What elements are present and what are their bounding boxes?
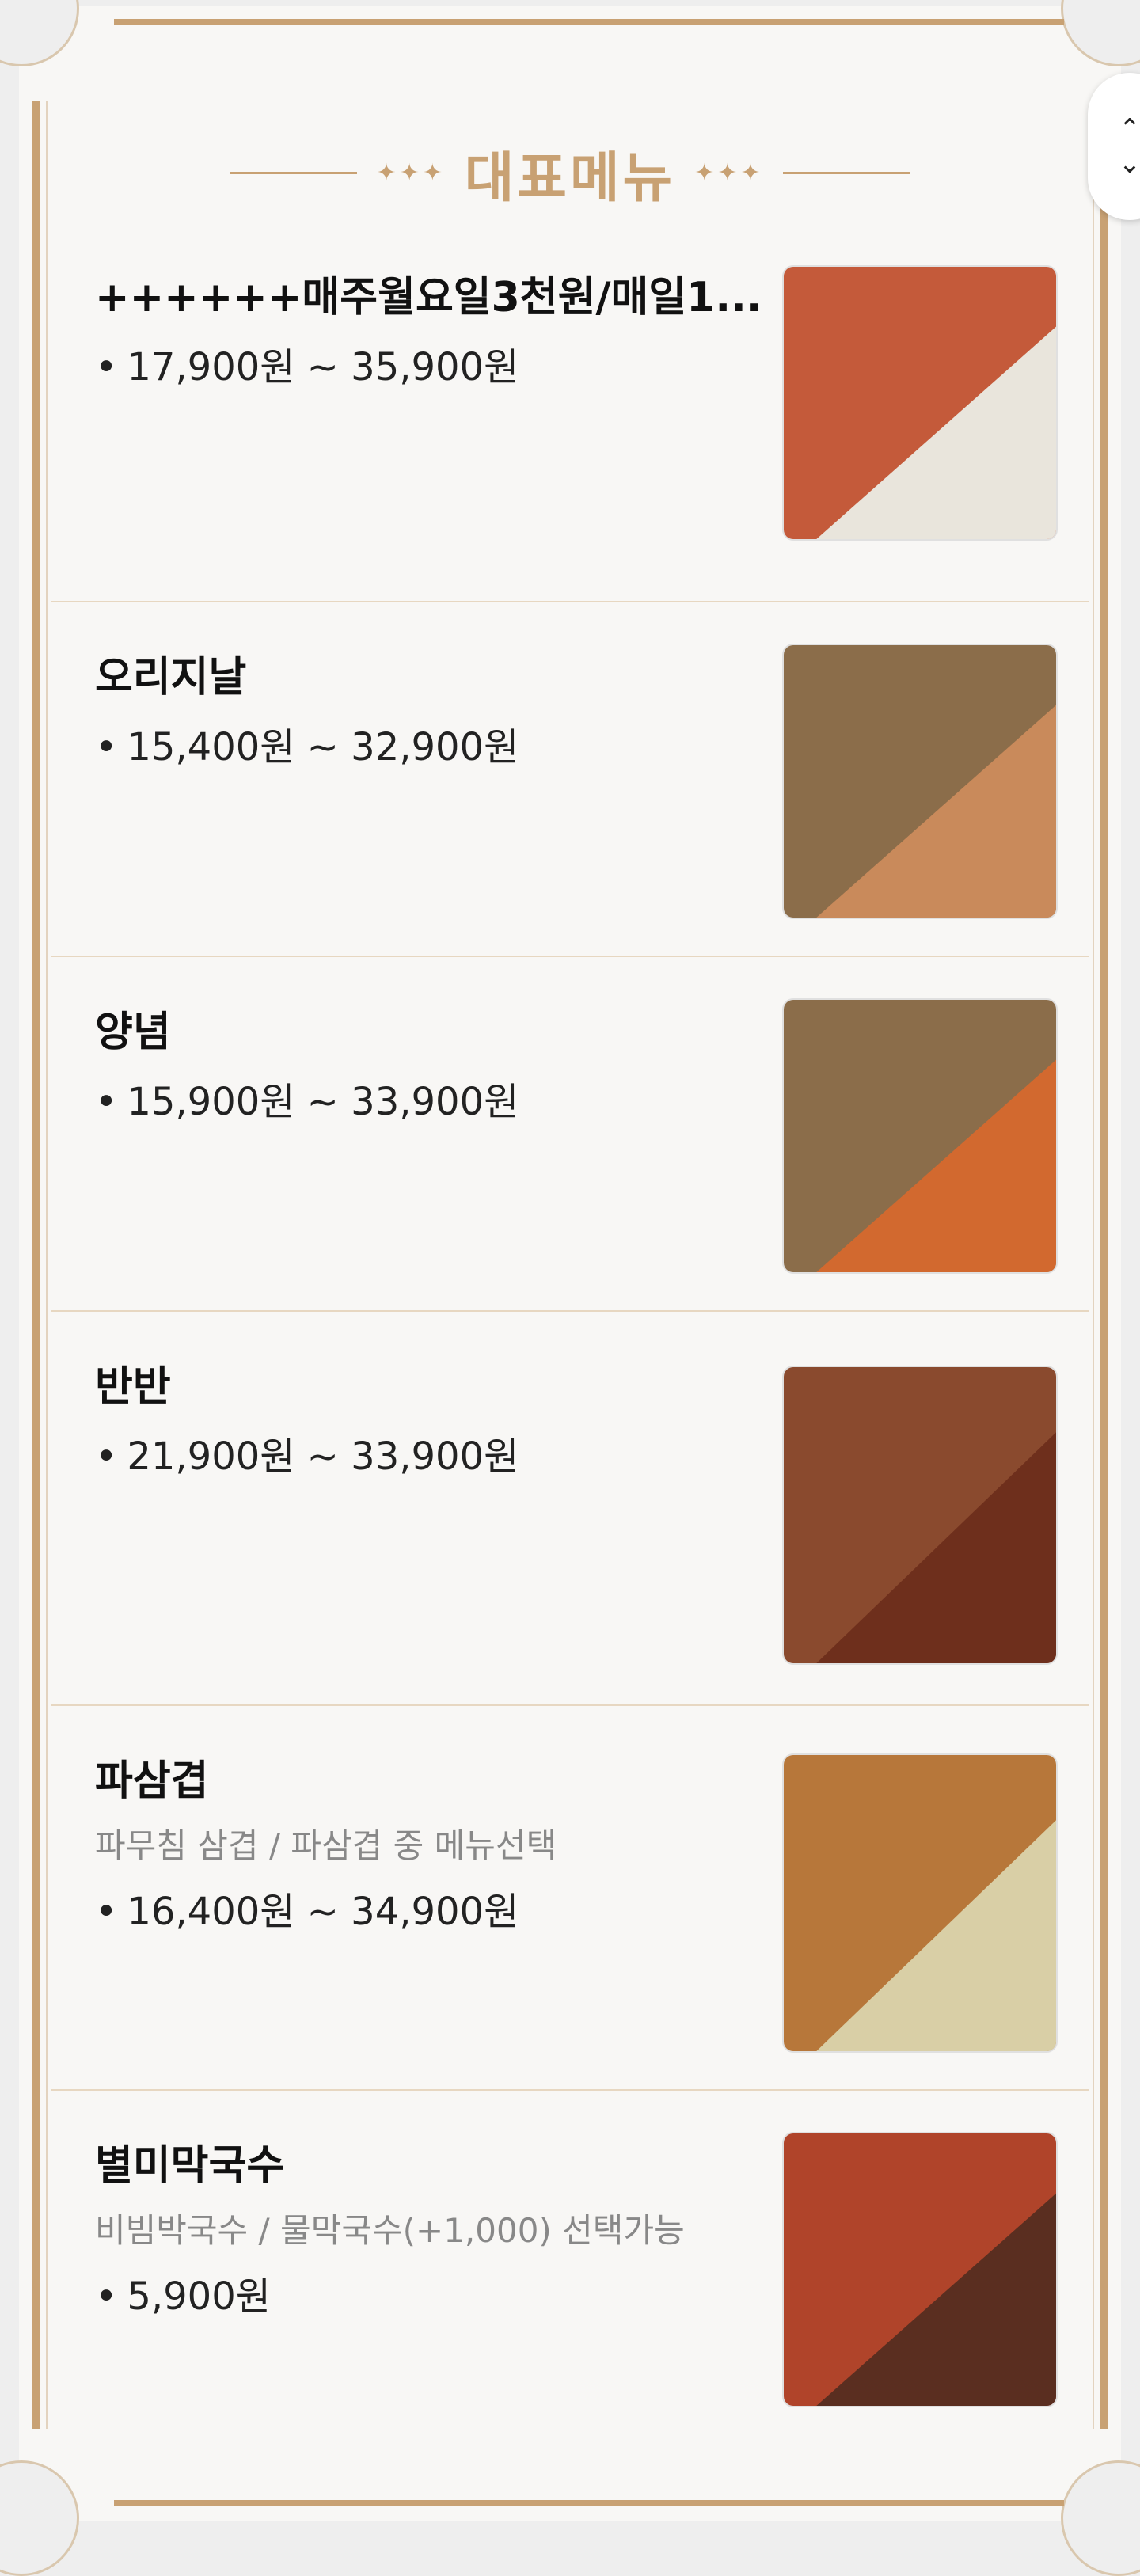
- menu-item[interactable]: 양념 • 15,900원 ~ 33,900원: [51, 957, 1089, 1312]
- chevron-up-icon: ⌃: [1118, 113, 1140, 145]
- menu-item-price: 15,400원 ~ 32,900원: [127, 725, 519, 769]
- menu-card: ✦✦✦ 대표메뉴 ✦✦✦ ++++++매주월요일3천원/매일1... • 17,90…: [0, 0, 1140, 2576]
- frame-border: [114, 19, 1064, 25]
- frame-border: [32, 101, 40, 2429]
- menu-item[interactable]: 오리지날 • 15,400원 ~ 32,900원: [51, 602, 1089, 957]
- diamond-ornament-icon: ✦✦✦: [376, 158, 446, 187]
- bullet-icon: •: [95, 2274, 118, 2319]
- menu-item-price: 5,900원: [127, 2274, 271, 2319]
- frame-border: [1100, 101, 1108, 2429]
- green-onion-pork-belly-photo[interactable]: [782, 1753, 1058, 2053]
- menu-item-price: 16,400원 ~ 34,900원: [127, 1890, 519, 1934]
- half-half-grilled-photo[interactable]: [782, 1366, 1058, 1665]
- diamond-ornament-icon: ✦✦✦: [694, 158, 764, 187]
- menu-item[interactable]: 반반 • 21,900원 ~ 33,900원: [51, 1312, 1089, 1706]
- bullet-icon: •: [95, 1890, 118, 1934]
- menu-item[interactable]: 파삼겹 파무침 삼겹 / 파삼겹 중 메뉴선택 • 16,400원 ~ 34,900원: [51, 1706, 1089, 2091]
- menu-list: ++++++매주월요일3천원/매일1... • 17,900원 ~ 35,900원 오…: [51, 248, 1089, 2463]
- bullet-icon: •: [95, 1080, 118, 1124]
- menu-item-price: 15,900원 ~ 33,900원: [127, 1080, 519, 1124]
- menu-item-price: 17,900원 ~ 35,900원: [127, 345, 519, 389]
- header-line: [782, 171, 910, 174]
- original-meal-set-photo[interactable]: [782, 644, 1058, 919]
- corner-ornament: [1061, 2460, 1140, 2576]
- frame-inner-line: [46, 101, 48, 2429]
- frame-inner-line: [1092, 101, 1094, 2429]
- bullet-icon: •: [95, 345, 118, 389]
- seasoned-meal-set-photo[interactable]: [782, 998, 1058, 1274]
- pasta-and-chicken-photo[interactable]: [782, 265, 1058, 541]
- menu-item-price: 21,900원 ~ 33,900원: [127, 1434, 519, 1479]
- menu-item[interactable]: 별미막국수 비빔박국수 / 물막국수(+1,000) 선택가능 • 5,900원: [51, 2091, 1089, 2463]
- bullet-icon: •: [95, 725, 118, 769]
- frame-border: [114, 2500, 1064, 2506]
- bullet-icon: •: [95, 1434, 118, 1479]
- corner-ornament: [0, 2460, 79, 2576]
- header-line: [230, 171, 358, 174]
- corner-ornament: [0, 0, 79, 66]
- menu-item[interactable]: ++++++매주월요일3천원/매일1... • 17,900원 ~ 35,900원: [51, 248, 1089, 602]
- chevron-down-icon: ⌄: [1118, 148, 1140, 180]
- corner-ornament: [1061, 0, 1140, 66]
- section-title: 대표메뉴: [464, 146, 676, 210]
- scroll-toggle-button[interactable]: ⌃ ⌄: [1088, 73, 1140, 220]
- section-header: ✦✦✦ 대표메뉴 ✦✦✦: [19, 125, 1121, 220]
- buckwheat-noodles-photo[interactable]: [782, 2132, 1058, 2407]
